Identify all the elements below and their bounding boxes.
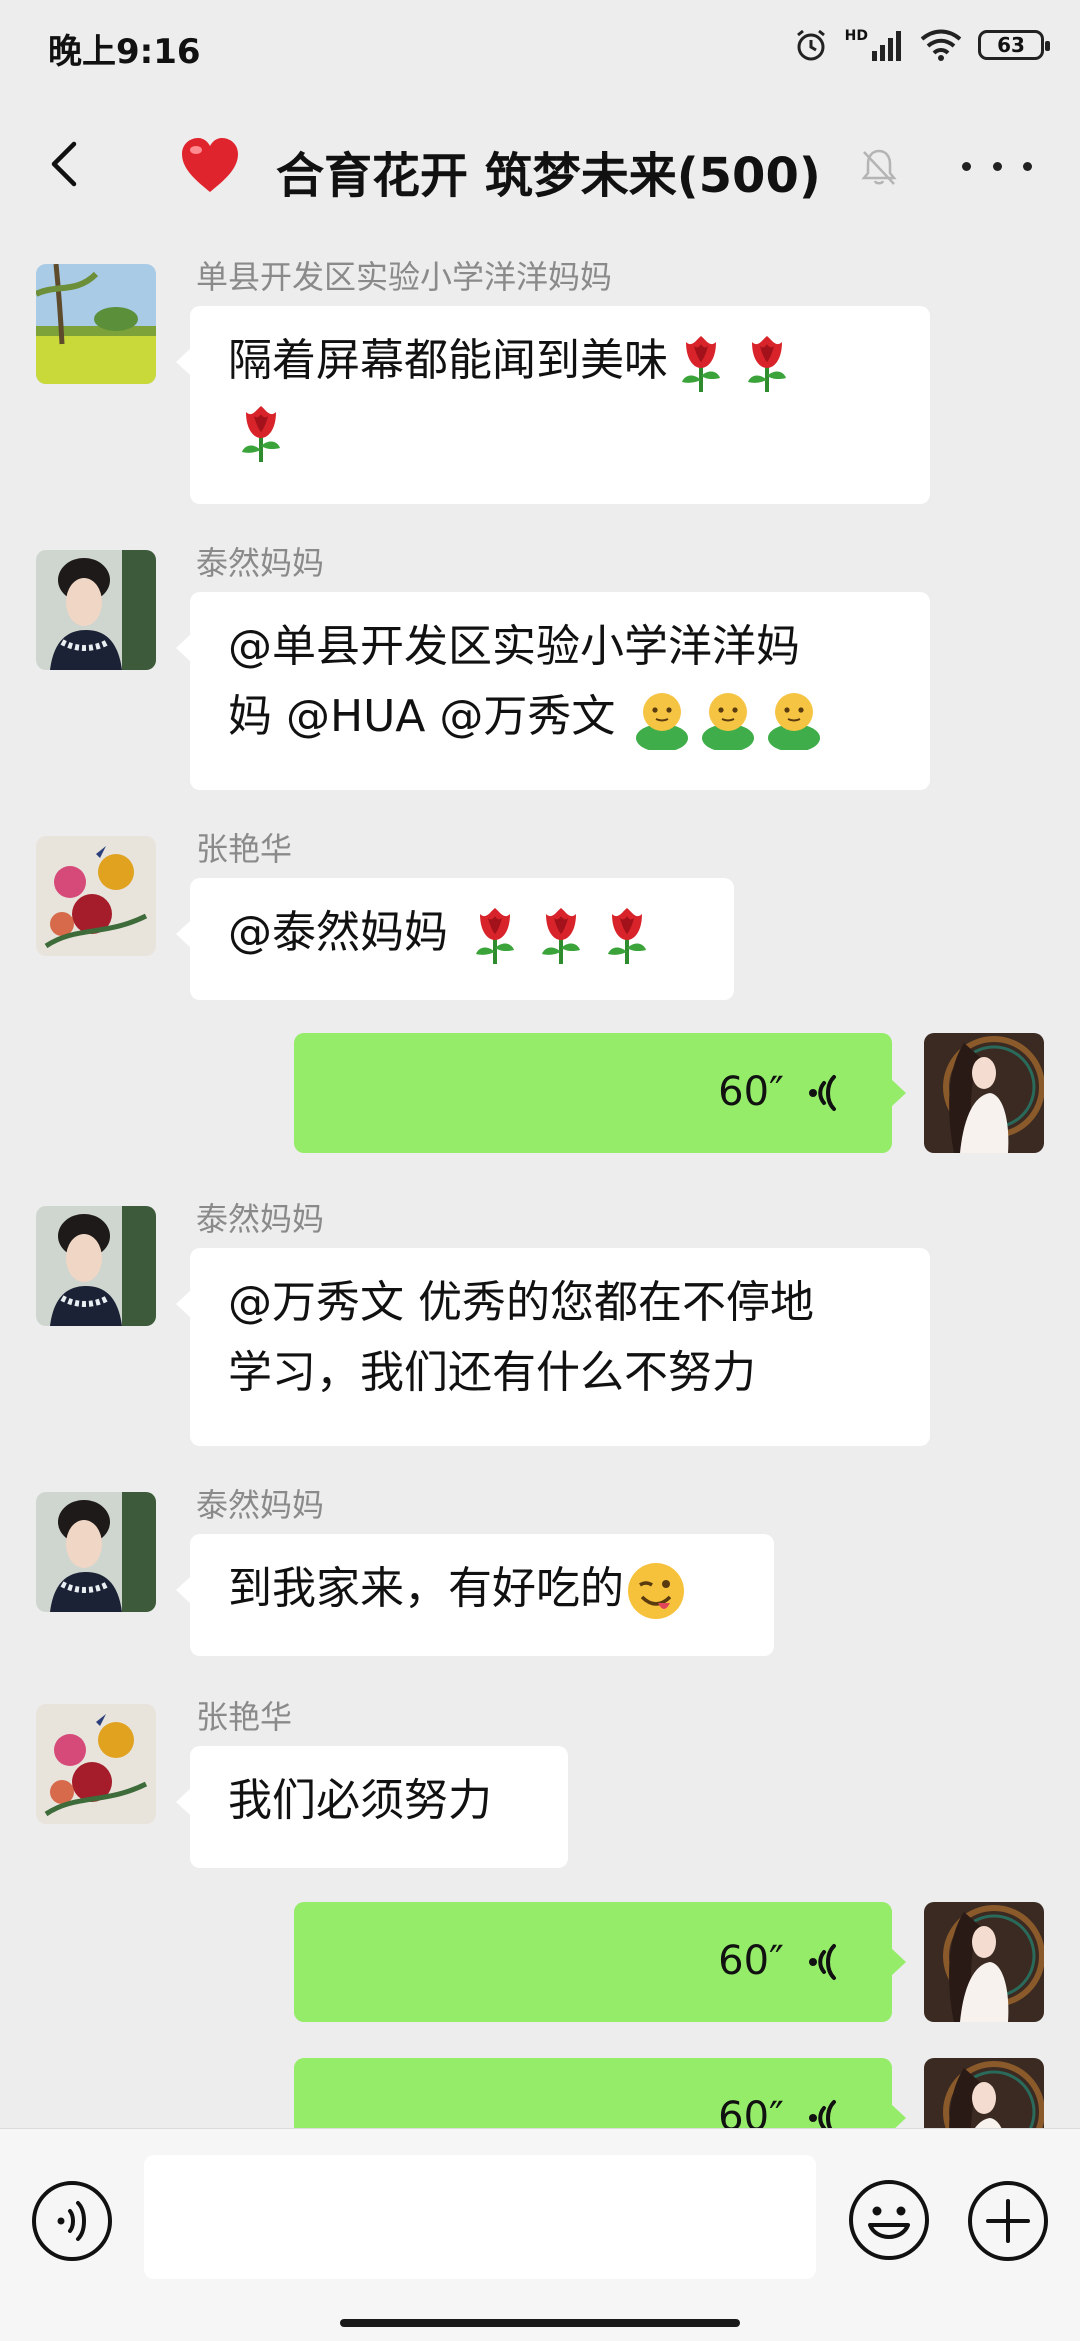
message-text: @万秀文 优秀的您都在不停地 <box>228 1277 814 1328</box>
message-text: 妈 @HUA @万秀文 <box>228 691 630 742</box>
message-line: 妈 @HUA @万秀文 <box>228 682 892 752</box>
wifi-icon <box>920 29 962 61</box>
message-line: 到我家来，有好吃的 <box>228 1554 736 1624</box>
network-type-label: HD <box>844 28 868 44</box>
battery-indicator: 63 <box>978 30 1050 60</box>
message-list[interactable]: 单县开发区实验小学洋洋妈妈 隔着屏幕都能闻到美味 泰然妈妈 @单县开发区实验小学… <box>0 240 1080 2128</box>
sender-name: 张艳华 <box>196 1698 293 1736</box>
message-line: @泰然妈妈 <box>228 898 696 968</box>
person-emoji-icon <box>697 688 759 750</box>
signal-icon <box>872 31 901 61</box>
person-emoji-icon <box>631 688 693 750</box>
message-text: 我们必须努力 <box>228 1775 492 1826</box>
avatar[interactable] <box>36 264 156 384</box>
more-dot <box>962 161 971 171</box>
rose-emoji-icon <box>534 904 588 966</box>
message-input[interactable] <box>144 2155 816 2279</box>
voice-input-icon[interactable] <box>30 2179 114 2263</box>
status-icons: HD 63 <box>793 22 1050 68</box>
message-bubble[interactable]: @泰然妈妈 <box>176 878 734 1000</box>
input-bar <box>0 2128 1080 2341</box>
voice-wave-icon <box>809 1944 836 1980</box>
voice-duration: 60″ <box>718 1938 784 1984</box>
rose-emoji-icon <box>468 904 522 966</box>
voice-message-bubble[interactable]: 60″ <box>294 1033 906 1153</box>
emoji-icon[interactable] <box>846 2177 932 2263</box>
avatar[interactable] <box>36 550 156 670</box>
incoming-message: 单县开发区实验小学洋洋妈妈 隔着屏幕都能闻到美味 <box>0 252 1080 504</box>
voice-wave-icon <box>809 1075 836 1111</box>
sender-name: 泰然妈妈 <box>196 1200 325 1238</box>
message-text: 到我家来，有好吃的 <box>228 1563 624 1614</box>
message-bubble[interactable]: 到我家来，有好吃的 <box>176 1534 774 1656</box>
rose-emoji-icon <box>600 904 654 966</box>
more-dot <box>992 161 1002 171</box>
message-bubble[interactable]: 隔着屏幕都能闻到美味 <box>176 306 930 504</box>
outgoing-voice-message: 60″ <box>0 1902 1080 2022</box>
incoming-message: 张艳华 @泰然妈妈 <box>0 824 1080 1004</box>
voice-message-bubble[interactable]: 60″ <box>294 1902 906 2022</box>
message-text: 隔着屏幕都能闻到美味 <box>228 335 668 386</box>
voice-duration: 60″ <box>718 2094 784 2128</box>
back-arrow-icon[interactable] <box>40 136 96 192</box>
message-bubble[interactable]: @万秀文 优秀的您都在不停地 学习，我们还有什么不努力 <box>176 1248 930 1446</box>
alarm-icon <box>796 29 825 61</box>
status-time: 晚上9:16 <box>48 32 201 72</box>
avatar[interactable] <box>924 2058 1044 2128</box>
more-dot <box>1023 161 1032 171</box>
heart-icon <box>182 138 238 192</box>
chat-title: 合育花开 筑梦未来(500) <box>276 148 821 204</box>
sender-name: 单县开发区实验小学洋洋妈妈 <box>196 258 613 296</box>
message-bubble[interactable]: 我们必须努力 <box>176 1746 568 1868</box>
plus-icon[interactable] <box>966 2179 1050 2263</box>
muted-bell-icon <box>861 149 897 185</box>
message-text: 学习，我们还有什么不努力 <box>228 1347 756 1398</box>
avatar[interactable] <box>924 1033 1044 1153</box>
incoming-message: 泰然妈妈 到我家来，有好吃的 <box>0 1480 1080 1660</box>
more-options-button[interactable] <box>962 146 1032 186</box>
avatar[interactable] <box>36 1206 156 1326</box>
sender-name: 张艳华 <box>196 830 293 868</box>
chat-header: 合育花开 筑梦未来(500) <box>0 90 1080 240</box>
message-text: @泰然妈妈 <box>228 907 462 958</box>
rose-emoji-icon <box>674 332 728 394</box>
avatar[interactable] <box>36 1704 156 1824</box>
rose-emoji-icon <box>740 332 794 394</box>
incoming-message: 张艳华 我们必须努力 <box>0 1692 1080 1872</box>
status-bar: 晚上9:16 HD 63 <box>0 0 1080 90</box>
winking-face-icon <box>628 1563 684 1619</box>
home-indicator[interactable] <box>340 2319 740 2327</box>
message-line <box>228 396 892 466</box>
outgoing-voice-message: 60″ <box>0 1033 1080 1153</box>
person-emoji-icon <box>763 688 825 750</box>
avatar[interactable] <box>36 836 156 956</box>
message-text: @单县开发区实验小学洋洋妈 <box>228 621 800 672</box>
voice-wave-icon <box>809 2100 836 2128</box>
incoming-message: 泰然妈妈 @单县开发区实验小学洋洋妈 妈 @HUA @万秀文 <box>0 538 1080 790</box>
sender-name: 泰然妈妈 <box>196 544 325 582</box>
voice-duration: 60″ <box>718 1069 784 1115</box>
rose-emoji-icon <box>234 402 288 464</box>
message-bubble[interactable]: @单县开发区实验小学洋洋妈 妈 @HUA @万秀文 <box>176 592 930 790</box>
incoming-message: 泰然妈妈 @万秀文 优秀的您都在不停地 学习，我们还有什么不努力 <box>0 1194 1080 1446</box>
avatar[interactable] <box>36 1492 156 1612</box>
message-line: 隔着屏幕都能闻到美味 <box>228 326 892 396</box>
outgoing-voice-message: 60″ <box>0 2058 1080 2128</box>
voice-message-bubble[interactable]: 60″ <box>294 2058 906 2128</box>
avatar[interactable] <box>924 1902 1044 2022</box>
sender-name: 泰然妈妈 <box>196 1486 325 1524</box>
